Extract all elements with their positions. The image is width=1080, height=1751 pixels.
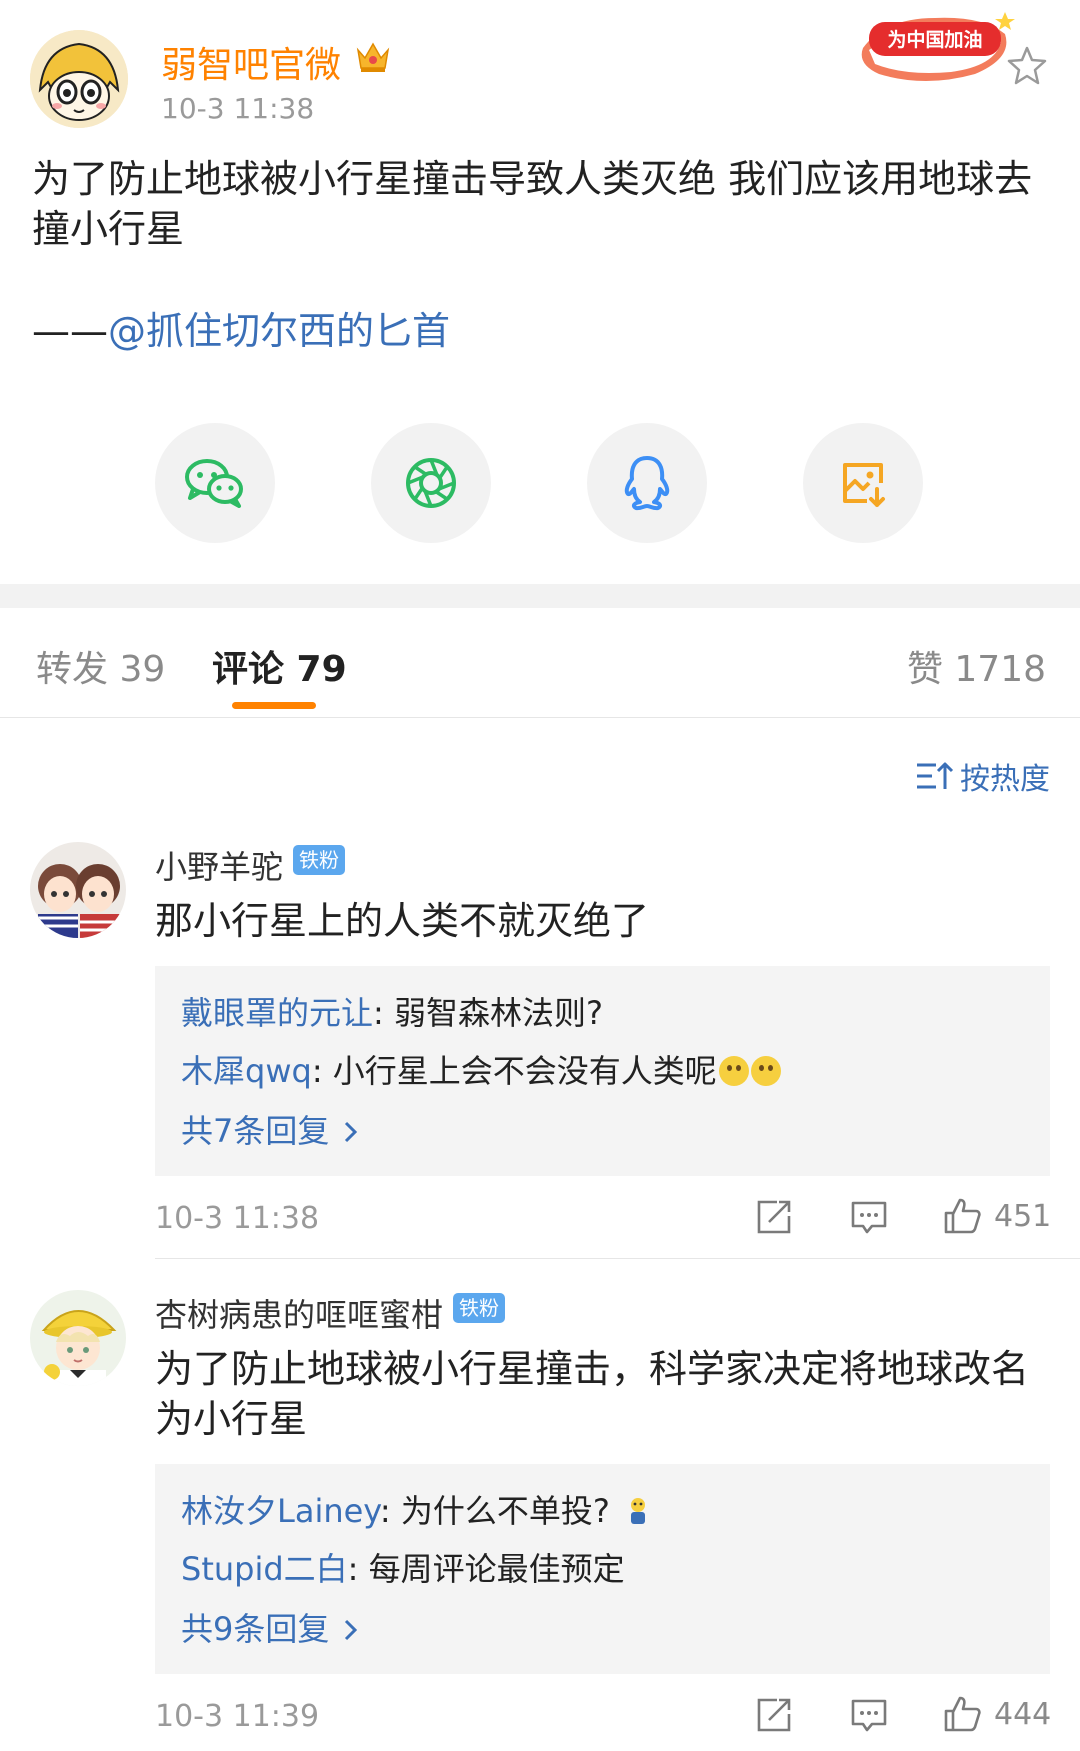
save-image-icon [843, 463, 885, 507]
repost-comment-icon[interactable] [755, 1696, 793, 1734]
post-signature: ——@抓住切尔西的匕首 [32, 306, 450, 356]
reply-author[interactable]: 林汝夕Lainey [181, 1492, 380, 1530]
fan-badge: 铁粉 [453, 1293, 505, 1323]
sticker-icon [626, 1496, 650, 1526]
like-comment-button[interactable]: 451 [942, 1196, 1051, 1236]
reply-count-label: 共7条回复 [181, 1112, 330, 1150]
save-image-button[interactable] [803, 423, 923, 543]
post-text: 为了防止地球被小行星撞击导致人类灭绝 我们应该用地球去撞小行星 [32, 157, 1033, 251]
reply-item: Stupid二白: 每周评论最佳预定 [181, 1544, 625, 1590]
share-moments-button[interactable] [371, 423, 491, 543]
comment-time: 10-3 11:39 [155, 1699, 320, 1734]
reply-item: 木犀qwq: 小行星上会不会没有人类呢 [181, 1046, 781, 1092]
moments-icon [406, 458, 456, 508]
sort-icon [917, 762, 954, 789]
wechat-icon [185, 459, 243, 508]
favorite-star-icon[interactable] [1006, 44, 1048, 86]
crown-icon [355, 40, 391, 74]
sort-label: 按热度 [960, 762, 1050, 797]
china-banner-badge: 为中国加油 [855, 8, 1015, 84]
reply-preview-box[interactable]: 戴眼罩的元让: 弱智森林法则? 木犀qwq: 小行星上会不会没有人类呢 共7条回… [155, 966, 1050, 1176]
reply-text: : 为什么不单投? [379, 1492, 610, 1530]
fan-badge: 铁粉 [293, 845, 345, 875]
post-time: 10-3 11:38 [161, 92, 315, 125]
reply-text: : 弱智森林法则? [373, 994, 603, 1032]
reply-text: : 小行星上会不会没有人类呢 [311, 1052, 717, 1090]
tab-like[interactable]: 赞 1718 [907, 640, 1046, 692]
reply-item: 戴眼罩的元让: 弱智森林法则? [181, 988, 603, 1034]
like-count: 444 [994, 1696, 1052, 1732]
reply-comment-icon[interactable] [850, 1696, 888, 1734]
thumb-up-icon [944, 1198, 981, 1234]
repost-comment-icon[interactable] [755, 1198, 793, 1236]
comment-divider [155, 1258, 1080, 1259]
banner-text: 为中国加油 [887, 28, 982, 51]
commenter-name[interactable]: 小野羊驼 [155, 842, 283, 888]
tab-repost[interactable]: 转发 39 [36, 640, 165, 692]
chevron-right-icon [340, 1610, 362, 1648]
qq-icon [624, 456, 670, 511]
signature-dash: —— [32, 309, 108, 353]
mention-link[interactable]: @抓住切尔西的匕首 [108, 309, 450, 353]
author-name[interactable]: 弱智吧官微 [161, 36, 341, 88]
commenter-name[interactable]: 杏树病患的哐哐蜜柑 [155, 1290, 443, 1336]
comment-text: 为了防止地球被小行星撞击，科学家决定将地球改名为小行星 [155, 1347, 1030, 1441]
reply-author[interactable]: 木犀qwq [181, 1052, 312, 1090]
reply-preview-box[interactable]: 林汝夕Lainey: 为什么不单投? Stupid二白: 每周评论最佳预定 共9… [155, 1464, 1050, 1674]
emoji-icon [750, 1056, 781, 1086]
author-avatar[interactable] [30, 30, 128, 128]
emoji-icon [718, 1056, 749, 1086]
sort-by-hot-button[interactable]: 按热度 [914, 754, 1050, 798]
section-divider [0, 584, 1080, 608]
reply-author[interactable]: 戴眼罩的元让 [181, 994, 373, 1032]
view-all-replies-link[interactable]: 共7条回复 [181, 1106, 362, 1152]
like-count: 451 [994, 1198, 1052, 1234]
reply-text: : 每周评论最佳预定 [347, 1550, 625, 1588]
like-comment-button[interactable]: 444 [942, 1694, 1051, 1734]
tab-bar-divider [0, 717, 1080, 718]
chevron-right-icon [340, 1112, 362, 1150]
reply-count-label: 共9条回复 [181, 1610, 330, 1648]
tab-comment[interactable]: 评论 79 [212, 640, 347, 692]
comment-time: 10-3 11:38 [155, 1201, 320, 1236]
share-qq-button[interactable] [587, 423, 707, 543]
reply-author[interactable]: Stupid二白 [181, 1550, 348, 1588]
comment-text: 那小行星上的人类不就灭绝了 [155, 899, 650, 943]
reply-item: 林汝夕Lainey: 为什么不单投? [181, 1486, 650, 1532]
view-all-replies-link[interactable]: 共9条回复 [181, 1604, 362, 1650]
commenter-avatar[interactable] [30, 842, 126, 938]
active-tab-indicator [232, 702, 316, 709]
thumb-up-icon [944, 1696, 981, 1732]
commenter-avatar[interactable] [30, 1290, 126, 1386]
reply-comment-icon[interactable] [850, 1198, 888, 1236]
share-wechat-button[interactable] [155, 423, 275, 543]
